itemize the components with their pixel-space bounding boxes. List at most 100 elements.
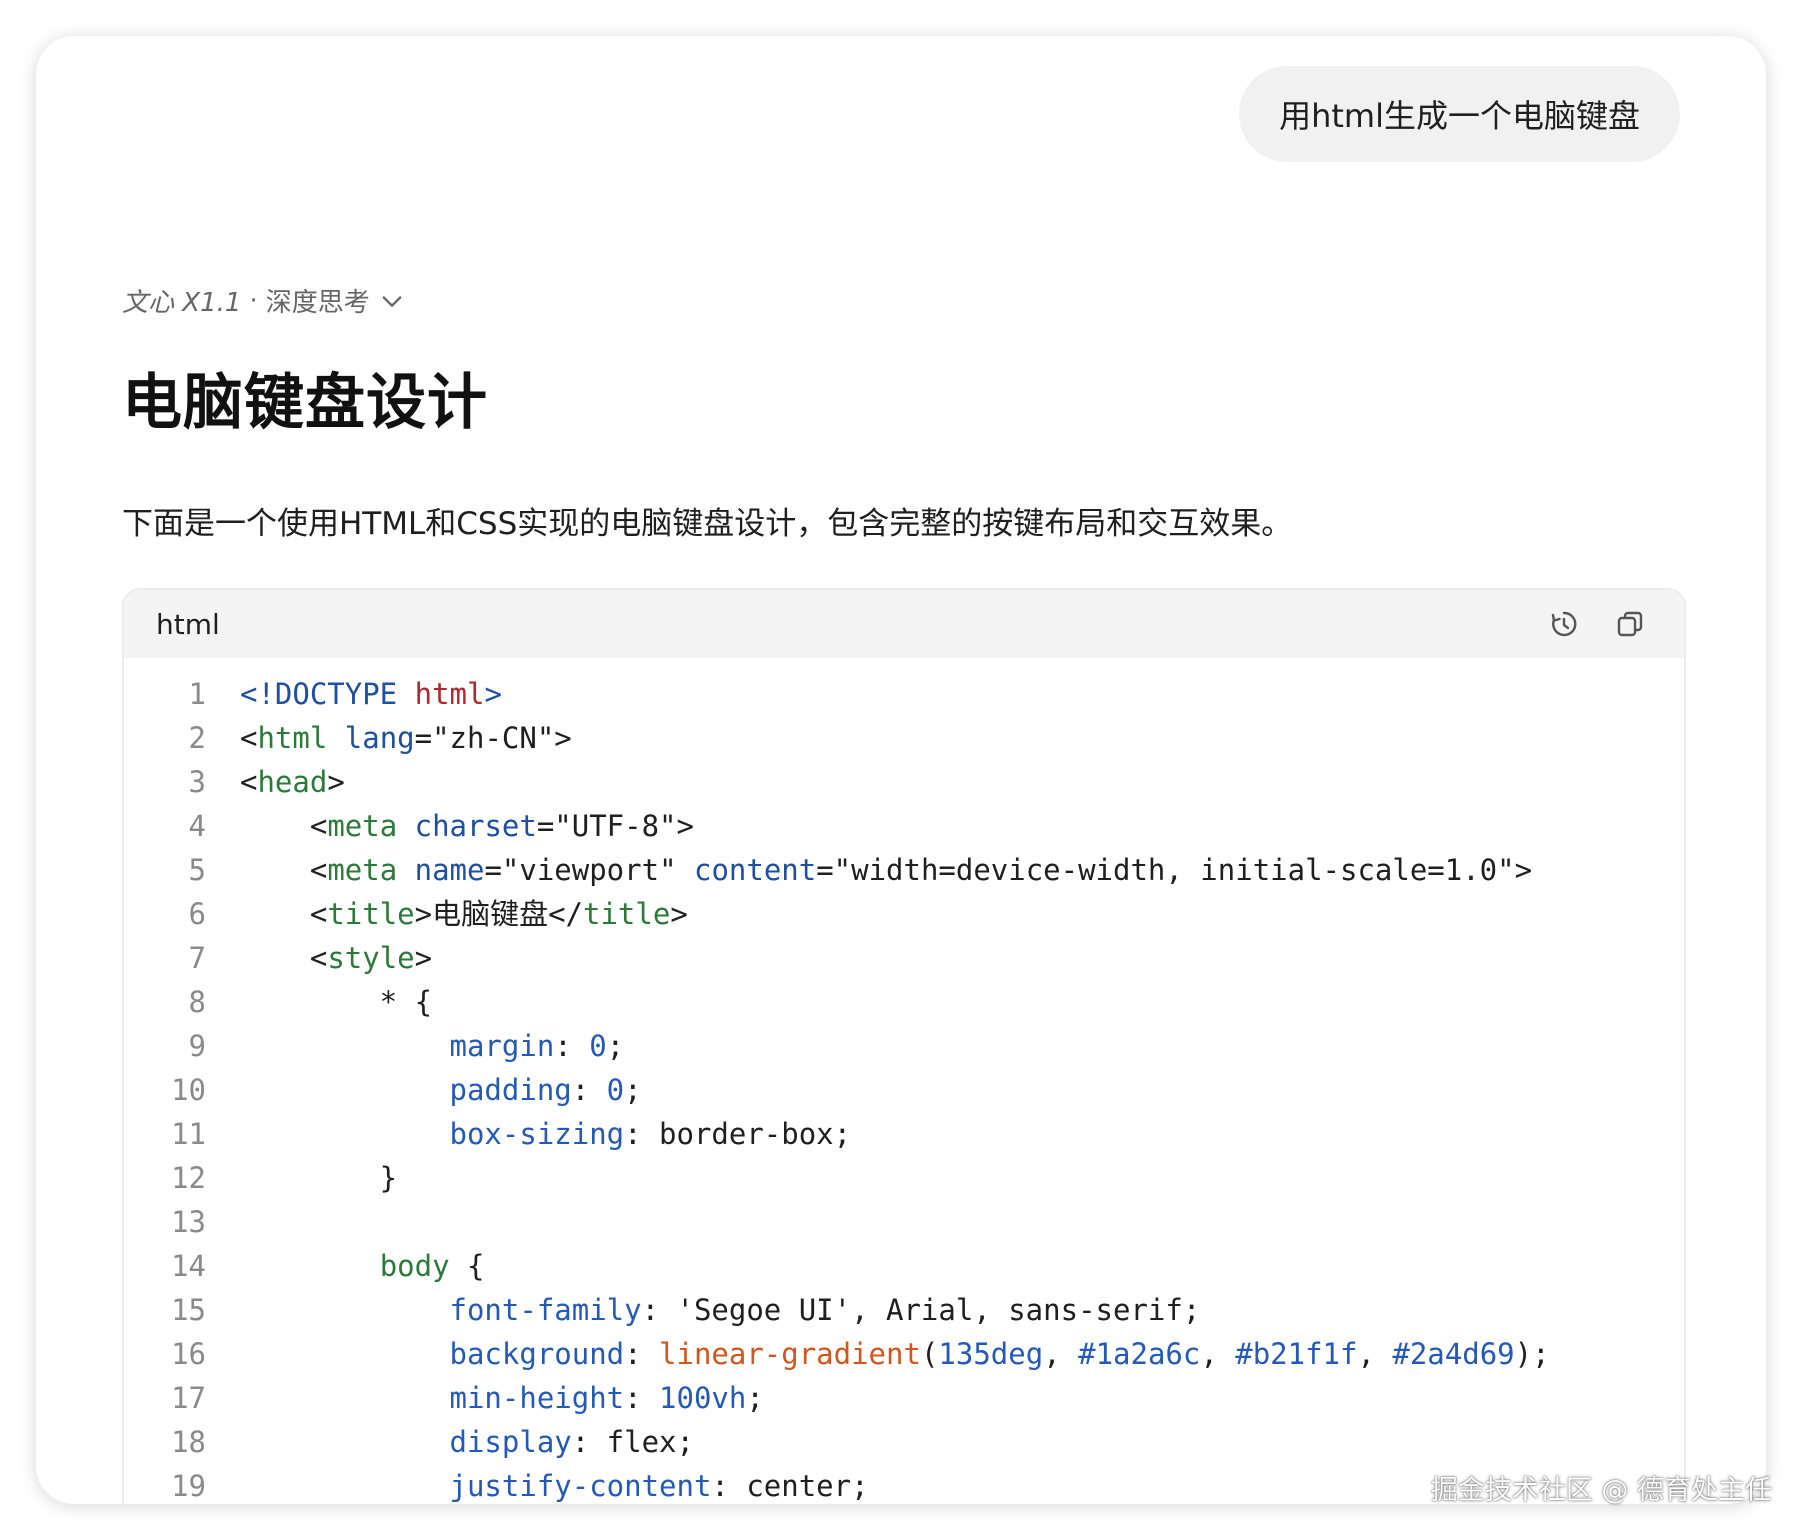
code-token: margin [449, 1029, 555, 1063]
code-token: ; [624, 1073, 642, 1107]
code-text: <title>电脑键盘</title> [206, 892, 688, 936]
code-actions [1548, 608, 1646, 640]
user-message-bubble: 用html生成一个电脑键盘 [1239, 66, 1680, 162]
code-token: >电脑键盘</ [414, 897, 584, 931]
code-token: style [327, 941, 415, 975]
code-token: linear-gradient [659, 1337, 921, 1371]
code-token: lang [344, 721, 415, 755]
code-token: > [670, 897, 688, 931]
line-number: 10 [171, 1073, 206, 1107]
code-text: justify-content: center; [206, 1464, 869, 1504]
code-text: margin: 0; [206, 1024, 625, 1068]
code-token: title [583, 897, 671, 931]
code-line: 10 padding: 0; [124, 1068, 1684, 1112]
code-token: 0 [606, 1073, 625, 1107]
code-text: <meta name="viewport" content="width=dev… [206, 848, 1532, 892]
code-token: html [414, 677, 485, 711]
code-token: : flex; [571, 1425, 694, 1459]
code-line: 9 margin: 0; [124, 1024, 1684, 1068]
model-name: 文心 X1.1 [122, 288, 242, 318]
code-token: padding [449, 1073, 572, 1107]
code-line: 1 <!DOCTYPE html> [124, 672, 1684, 716]
code-token: 100vh [659, 1381, 747, 1415]
copy-icon[interactable] [1614, 608, 1646, 640]
code-token: meta [327, 853, 398, 887]
line-number: 15 [171, 1293, 206, 1327]
code-line: 15 font-family: 'Segoe UI', Arial, sans-… [124, 1288, 1684, 1332]
code-text: background: linear-gradient(135deg, #1a2… [206, 1332, 1550, 1376]
code-token: html [257, 721, 328, 755]
code-text: <style> [206, 936, 432, 980]
code-token: name [414, 853, 485, 887]
code-text: font-family: 'Segoe UI', Arial, sans-ser… [206, 1288, 1201, 1332]
code-language-label: html [156, 607, 220, 641]
run-icon[interactable] [1548, 608, 1580, 640]
code-header: html [124, 590, 1684, 658]
chevron-down-icon[interactable] [378, 287, 406, 315]
code-token: < [240, 853, 328, 887]
code-text: <html lang="zh-CN"> [206, 716, 572, 760]
code-token: ; [606, 1029, 625, 1063]
code-line: 13 [124, 1200, 1684, 1244]
code-token: } [240, 1161, 398, 1195]
code-token: background [449, 1337, 625, 1371]
code-token: : [554, 1029, 590, 1063]
line-number: 17 [171, 1381, 206, 1415]
code-token: ="UTF-8"> [536, 809, 694, 843]
code-line: 17 min-height: 100vh; [124, 1376, 1684, 1420]
code-token: < [240, 765, 258, 799]
code-line: 11 box-sizing: border-box; [124, 1112, 1684, 1156]
line-number: 14 [171, 1249, 206, 1283]
code-token: < [240, 721, 258, 755]
code-token: <!DOCTYPE [240, 677, 415, 711]
code-line: 16 background: linear-gradient(135deg, #… [124, 1332, 1684, 1376]
code-text: * { [206, 980, 432, 1024]
line-number: 7 [188, 941, 206, 975]
code-line: 18 display: flex; [124, 1420, 1684, 1464]
code-token: 135deg [938, 1337, 1044, 1371]
line-number: 2 [188, 721, 206, 755]
code-token: < [240, 897, 328, 931]
code-token: , [1200, 1337, 1236, 1371]
code-text: min-height: 100vh; [206, 1376, 764, 1420]
code-token: ="zh-CN"> [414, 721, 572, 755]
model-selector[interactable]: 文心 X1.1 · 深度思考 [122, 282, 406, 319]
code-text: <!DOCTYPE html> [206, 672, 502, 716]
code-token: : [571, 1073, 607, 1107]
code-body: 1 <!DOCTYPE html> 2 <html lang="zh-CN"> 3 <he… [124, 658, 1684, 1504]
line-number: 1 [188, 677, 206, 711]
code-token: > [484, 677, 502, 711]
code-token: : border-box; [624, 1117, 852, 1151]
code-token: head [257, 765, 328, 799]
code-token: font-family [449, 1293, 642, 1327]
code-text: body { [206, 1244, 485, 1288]
code-line: 4 <meta charset="UTF-8"> [124, 804, 1684, 848]
code-token: #2a4d69 [1392, 1337, 1515, 1371]
code-token: { [449, 1249, 485, 1283]
code-line: 6 <title>电脑键盘</title> [124, 892, 1684, 936]
code-text: <head> [206, 760, 345, 804]
code-token: * { [240, 985, 433, 1019]
code-token: title [327, 897, 415, 931]
code-token: : 'Segoe UI', Arial, sans-serif; [641, 1293, 1201, 1327]
code-token: #1a2a6c [1078, 1337, 1201, 1371]
code-token: display [449, 1425, 572, 1459]
code-token: box-sizing [449, 1117, 625, 1151]
answer-intro: 下面是一个使用HTML和CSS实现的电脑键盘设计，包含完整的按键布局和交互效果。 [122, 506, 1293, 542]
line-number: 19 [171, 1469, 206, 1503]
code-token: body [379, 1249, 450, 1283]
code-token: justify-content [449, 1469, 712, 1503]
code-token: : [624, 1381, 660, 1415]
chat-card: 用html生成一个电脑键盘 文心 X1.1 · 深度思考 电脑键盘设计 下面是一… [36, 36, 1766, 1504]
